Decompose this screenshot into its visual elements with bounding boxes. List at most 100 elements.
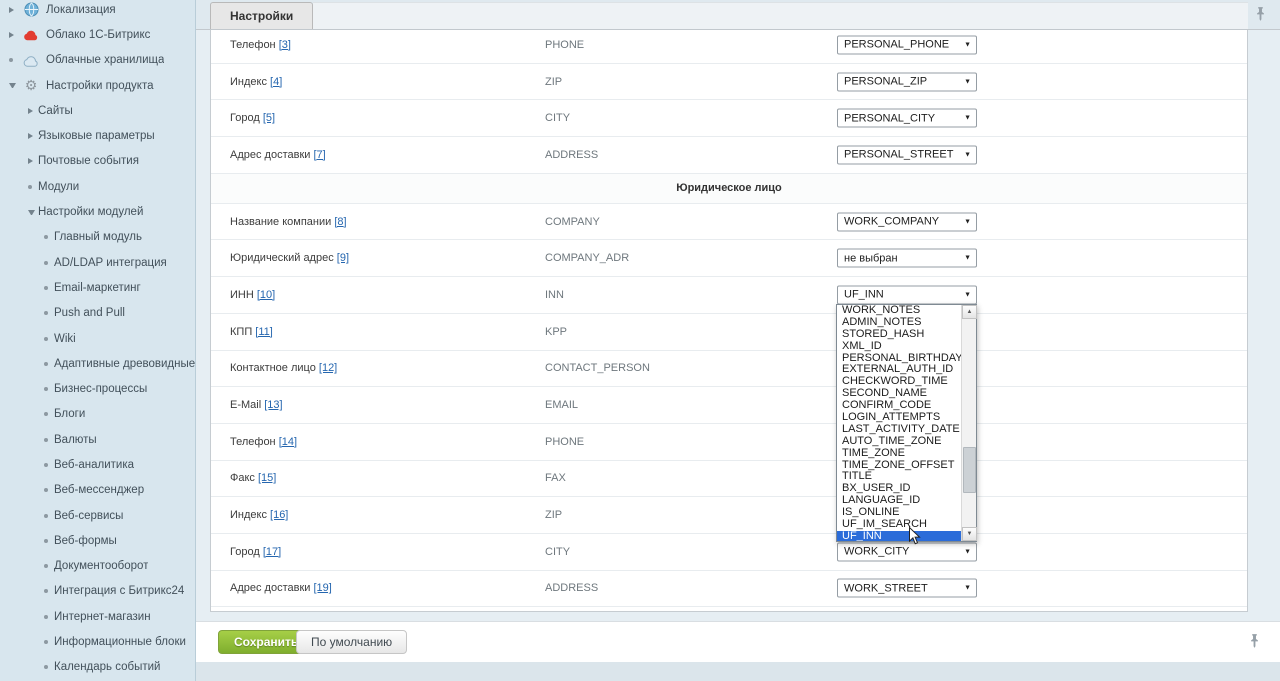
cloud-icon: [23, 52, 39, 68]
mapping-select[interactable]: UF_INN▼: [837, 285, 977, 304]
dropdown-option[interactable]: UF_INN: [837, 531, 961, 541]
sidebar-item[interactable]: Веб-мессенджер: [0, 478, 195, 503]
dropdown-option[interactable]: LAST_ACTIVITY_DATE: [837, 424, 961, 436]
content-area: Настройки Телефон [3]PHONEPERSONAL_PHONE…: [196, 0, 1280, 681]
sidebar-item[interactable]: Веб-аналитика: [0, 452, 195, 477]
sidebar-item[interactable]: Модули: [0, 174, 195, 199]
bullet-icon: [44, 362, 48, 366]
field-id-link[interactable]: [5]: [263, 112, 275, 124]
sidebar-item[interactable]: Облачные хранилища: [0, 48, 195, 73]
chevron-down-icon[interactable]: [28, 210, 35, 215]
bullet-icon: [44, 387, 48, 391]
sidebar-item[interactable]: Адаптивные древовидные комм: [0, 351, 195, 376]
dropdown-option[interactable]: ADMIN_NOTES: [837, 317, 961, 329]
chevron-right-icon[interactable]: [28, 108, 33, 114]
field-id-link[interactable]: [8]: [334, 216, 346, 228]
field-label: Город [17]: [230, 546, 281, 558]
dropdown-option[interactable]: AUTO_TIME_ZONE: [837, 436, 961, 448]
mapping-select[interactable]: WORK_COMPANY▼: [837, 212, 977, 231]
sidebar-item[interactable]: Облако 1С-Битрикс: [0, 22, 195, 47]
settings-table-panel: Телефон [3]PHONEPERSONAL_PHONE▼Индекс [4…: [210, 30, 1248, 612]
sidebar-item[interactable]: Сайты: [0, 98, 195, 123]
db-field-code: CITY: [545, 546, 570, 558]
sidebar-item[interactable]: Документооборот: [0, 554, 195, 579]
sidebar-item[interactable]: Push and Pull: [0, 301, 195, 326]
sidebar-item[interactable]: Блоги: [0, 402, 195, 427]
field-id-link[interactable]: [16]: [270, 509, 288, 521]
sidebar-item[interactable]: Интеграция с Битрикс24: [0, 579, 195, 604]
sidebar-item-label: Локализация: [46, 4, 116, 16]
tab-settings[interactable]: Настройки: [210, 2, 313, 29]
field-id-link[interactable]: [17]: [263, 546, 281, 558]
table-row: Адрес доставки [19]ADDRESSWORK_STREET▼: [211, 571, 1247, 608]
bullet-icon: [44, 261, 48, 265]
table-row: Индекс [4]ZIPPERSONAL_ZIP▼: [211, 64, 1247, 101]
sidebar-item[interactable]: Языковые параметры: [0, 123, 195, 148]
sidebar-item[interactable]: Wiki: [0, 326, 195, 351]
db-field-code: KPP: [545, 326, 567, 338]
pin-icon[interactable]: [1255, 6, 1266, 26]
field-label: Юридический адрес [9]: [230, 252, 349, 264]
field-id-link[interactable]: [12]: [319, 362, 337, 374]
chevron-right-icon[interactable]: [9, 32, 14, 38]
sidebar-item[interactable]: Бизнес-процессы: [0, 376, 195, 401]
field-id-link[interactable]: [7]: [313, 149, 325, 161]
field-id-link[interactable]: [3]: [279, 39, 291, 51]
mapping-select[interactable]: PERSONAL_STREET▼: [837, 145, 977, 164]
pin-icon[interactable]: [1249, 633, 1260, 653]
sidebar-item[interactable]: Веб-формы: [0, 528, 195, 553]
sidebar-item[interactable]: ⚙Настройки продукта: [0, 73, 195, 98]
sidebar-item-label: Push and Pull: [54, 307, 125, 319]
page-footer-strip: [196, 662, 1280, 681]
chevron-down-icon: ▼: [964, 585, 971, 592]
dropdown-scrollbar[interactable]: ▲ ▼: [961, 305, 976, 541]
dropdown-option[interactable]: XML_ID: [837, 341, 961, 353]
mapping-select-value: WORK_COMPANY: [844, 216, 939, 228]
field-id-link[interactable]: [9]: [337, 252, 349, 264]
field-label: Индекс [4]: [230, 76, 282, 88]
table-row: Телефон [14]PHONE: [211, 424, 1247, 461]
mapping-select[interactable]: WORK_CITY▼: [837, 542, 977, 561]
sidebar-item[interactable]: Локализация: [0, 0, 195, 22]
chevron-right-icon[interactable]: [9, 7, 14, 13]
mapping-select[interactable]: PERSONAL_CITY▼: [837, 109, 977, 128]
table-row: Контактное лицо [12]CONTACT_PERSON: [211, 351, 1247, 388]
sidebar-item[interactable]: Почтовые события: [0, 149, 195, 174]
field-id-link[interactable]: [10]: [257, 289, 275, 301]
sidebar-item[interactable]: Валюты: [0, 427, 195, 452]
scroll-down-icon[interactable]: ▼: [962, 527, 977, 541]
mapping-select[interactable]: PERSONAL_ZIP▼: [837, 72, 977, 91]
sidebar-item[interactable]: AD/LDAP интеграция: [0, 250, 195, 275]
mapping-select[interactable]: WORK_STREET▼: [837, 579, 977, 598]
field-id-link[interactable]: [15]: [258, 472, 276, 484]
bullet-icon: [44, 488, 48, 492]
dropdown-option[interactable]: STORED_HASH: [837, 329, 961, 341]
chevron-right-icon[interactable]: [28, 133, 33, 139]
sidebar-item[interactable]: Информационные блоки: [0, 629, 195, 654]
sidebar-item-label: Интернет-магазин: [54, 611, 151, 623]
db-field-code: PHONE: [545, 436, 584, 448]
chevron-down-icon[interactable]: [9, 83, 16, 88]
sidebar-item-label: Почтовые события: [38, 155, 139, 167]
field-label: Адрес доставки [19]: [230, 582, 332, 594]
mapping-select[interactable]: PERSONAL_PHONE▼: [837, 35, 977, 54]
field-id-link[interactable]: [4]: [270, 76, 282, 88]
sidebar-item[interactable]: Email-маркетинг: [0, 275, 195, 300]
default-button[interactable]: По умолчанию: [296, 630, 407, 654]
sidebar-item[interactable]: Главный модуль: [0, 225, 195, 250]
sidebar-item[interactable]: Календарь событий: [0, 655, 195, 680]
scrollbar-thumb[interactable]: [963, 447, 976, 493]
sidebar-item[interactable]: Настройки модулей: [0, 199, 195, 224]
field-id-link[interactable]: [14]: [279, 436, 297, 448]
field-id-link[interactable]: [13]: [264, 399, 282, 411]
mapping-select[interactable]: не выбран▼: [837, 249, 977, 268]
scroll-up-icon[interactable]: ▲: [962, 305, 977, 319]
dropdown-option[interactable]: TIME_ZONE: [837, 448, 961, 460]
chevron-right-icon[interactable]: [28, 158, 33, 164]
field-id-link[interactable]: [11]: [255, 326, 273, 338]
sidebar-item[interactable]: Веб-сервисы: [0, 503, 195, 528]
chevron-down-icon: ▼: [964, 41, 971, 48]
chevron-down-icon: ▼: [964, 151, 971, 158]
field-id-link[interactable]: [19]: [313, 582, 331, 594]
sidebar-item[interactable]: Интернет-магазин: [0, 604, 195, 629]
